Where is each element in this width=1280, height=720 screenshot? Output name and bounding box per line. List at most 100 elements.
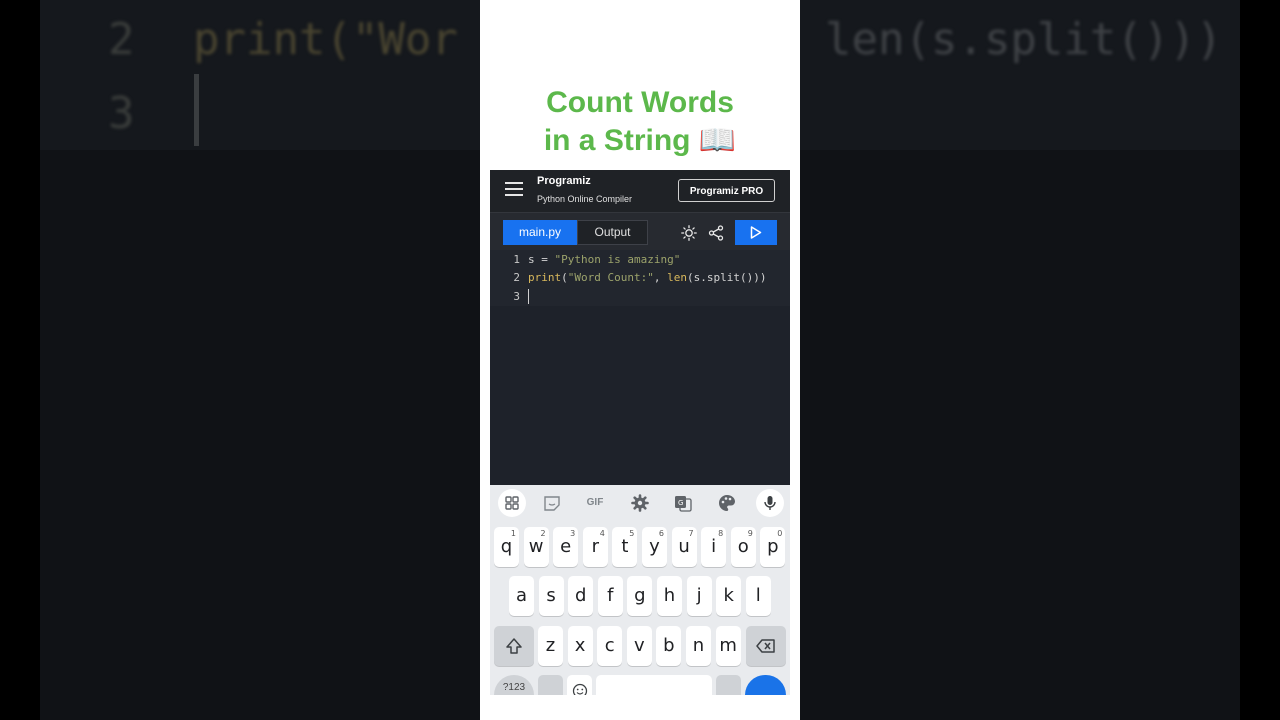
emoji-icon bbox=[572, 683, 587, 695]
key-h[interactable]: h bbox=[657, 576, 682, 616]
tab-output[interactable]: Output bbox=[577, 220, 648, 245]
enter-key[interactable] bbox=[745, 675, 786, 695]
key-b[interactable]: b bbox=[656, 626, 682, 666]
key-f[interactable]: f bbox=[597, 576, 623, 616]
palette-icon[interactable] bbox=[716, 492, 738, 514]
key-label: e bbox=[560, 536, 572, 557]
code-line-2: print("Word Count:", len(s.split())) bbox=[528, 271, 766, 284]
key-n[interactable]: n bbox=[686, 626, 711, 666]
backspace-key[interactable] bbox=[746, 626, 786, 666]
key-d[interactable]: d bbox=[568, 576, 594, 616]
key-number-hint: 4 bbox=[599, 529, 605, 538]
code-string: "Python is amazing" bbox=[554, 253, 681, 266]
translate-icon[interactable]: G bbox=[672, 492, 694, 514]
key-o[interactable]: o9 bbox=[730, 527, 756, 567]
key-label: r bbox=[591, 536, 599, 557]
code-function-print: print bbox=[528, 271, 562, 284]
settings-icon[interactable] bbox=[629, 492, 651, 514]
backspace-icon bbox=[756, 639, 775, 653]
key-j[interactable]: j bbox=[686, 576, 712, 616]
comma-key[interactable] bbox=[538, 675, 563, 695]
key-number-hint: 9 bbox=[747, 529, 753, 538]
mic-icon[interactable] bbox=[756, 489, 784, 517]
key-w[interactable]: w2 bbox=[523, 527, 549, 567]
compiler-app: Programiz Python Online Compiler Program… bbox=[490, 170, 790, 485]
code-string: "Word Count:" bbox=[567, 271, 654, 284]
key-label: u bbox=[678, 536, 690, 557]
share-icon[interactable] bbox=[708, 225, 724, 241]
key-label: o bbox=[737, 536, 749, 557]
line-number-1: 1 bbox=[513, 253, 520, 266]
code-comma: , bbox=[653, 271, 668, 284]
key-v[interactable]: v bbox=[626, 626, 652, 666]
key-x[interactable]: x bbox=[567, 626, 593, 666]
key-e[interactable]: e3 bbox=[553, 527, 579, 567]
code-paren: ( bbox=[561, 271, 568, 284]
key-number-hint: 1 bbox=[510, 529, 516, 538]
key-s[interactable]: s bbox=[538, 576, 564, 616]
key-label: p bbox=[767, 536, 779, 557]
apps-grid-icon[interactable] bbox=[498, 489, 526, 517]
code-editor[interactable]: 1 2 3 s = "Python is amazing" print("Wor… bbox=[490, 250, 790, 485]
background-line-number-3: 3 bbox=[108, 88, 135, 139]
programiz-pro-button[interactable]: Programiz PRO bbox=[678, 179, 775, 202]
key-z[interactable]: z bbox=[538, 626, 563, 666]
key-number-hint: 8 bbox=[718, 529, 724, 538]
background-line-number-2: 2 bbox=[108, 14, 135, 65]
svg-text:G: G bbox=[678, 499, 683, 507]
key-label: q bbox=[500, 536, 513, 557]
run-icon bbox=[750, 226, 762, 239]
key-number-hint: 6 bbox=[658, 529, 664, 538]
key-i[interactable]: i8 bbox=[701, 527, 727, 567]
keyboard-toolbar: GIF G bbox=[490, 485, 790, 521]
code-function-len: len bbox=[667, 271, 687, 284]
code-line-1: s = "Python is amazing" bbox=[528, 253, 680, 266]
background-code-end: len(s.split())) bbox=[825, 14, 1223, 65]
editor-toolbar: main.py Output bbox=[490, 212, 790, 251]
emoji-key[interactable] bbox=[567, 675, 592, 695]
sun-icon[interactable] bbox=[681, 225, 697, 241]
space-key[interactable] bbox=[596, 675, 712, 695]
tab-main-py[interactable]: main.py bbox=[503, 220, 577, 245]
text-cursor bbox=[528, 289, 529, 304]
line-number-3: 3 bbox=[513, 290, 520, 303]
key-g[interactable]: g bbox=[627, 576, 653, 616]
run-button[interactable] bbox=[735, 220, 777, 245]
sticker-icon[interactable] bbox=[541, 492, 563, 514]
logo[interactable]: Programiz bbox=[537, 175, 591, 187]
shift-key[interactable] bbox=[494, 626, 534, 666]
video-title: Count Words in a String 📖 bbox=[480, 84, 800, 160]
bottom-bar bbox=[480, 695, 800, 720]
key-p[interactable]: p0 bbox=[760, 527, 786, 567]
key-label: y bbox=[649, 536, 660, 557]
key-number-hint: 7 bbox=[688, 529, 694, 538]
key-c[interactable]: c bbox=[597, 626, 623, 666]
key-number-hint: 3 bbox=[570, 529, 576, 538]
menu-icon[interactable] bbox=[505, 182, 523, 196]
app-subtitle: Python Online Compiler bbox=[537, 194, 633, 204]
title-line-1: Count Words bbox=[546, 86, 734, 119]
key-u[interactable]: u7 bbox=[671, 527, 697, 567]
key-m[interactable]: m bbox=[715, 626, 741, 666]
code-operator: = bbox=[534, 253, 555, 266]
background-code-start: print("Wor bbox=[193, 14, 458, 65]
code-var: s bbox=[528, 253, 535, 266]
key-label: w bbox=[528, 536, 544, 557]
gif-icon[interactable]: GIF bbox=[584, 492, 606, 514]
key-l[interactable]: l bbox=[745, 576, 771, 616]
key-a[interactable]: a bbox=[509, 576, 534, 616]
key-k[interactable]: k bbox=[716, 576, 742, 616]
app-header: Programiz Python Online Compiler Program… bbox=[490, 170, 790, 212]
period-key[interactable] bbox=[716, 675, 741, 695]
phone-screen: Count Words in a String 📖 Programiz Pyth… bbox=[480, 0, 800, 720]
line-number-2: 2 bbox=[513, 271, 520, 284]
symbols-key[interactable]: ?123 bbox=[494, 675, 534, 695]
on-screen-keyboard: GIF G q 1 w 2 e 3 r 4 t 5 y 6 u 7 i 8 o … bbox=[490, 485, 790, 695]
key-label: i bbox=[711, 536, 717, 557]
key-y[interactable]: y6 bbox=[642, 527, 667, 567]
key-q[interactable]: q1 bbox=[494, 527, 519, 567]
code-rest: (s.split())) bbox=[686, 271, 767, 284]
key-t[interactable]: t5 bbox=[612, 527, 638, 567]
key-number-hint: 2 bbox=[540, 529, 546, 538]
key-r[interactable]: r4 bbox=[582, 527, 608, 567]
